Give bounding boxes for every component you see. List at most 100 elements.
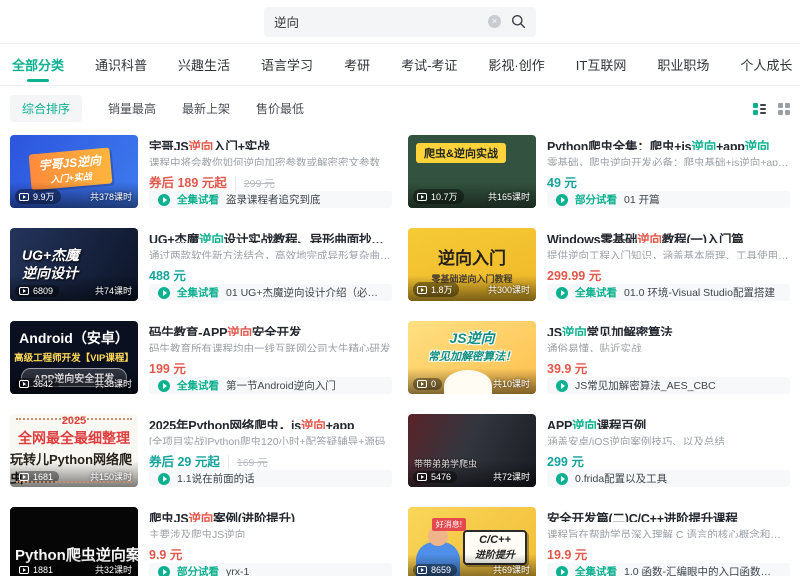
- play-icon: [19, 193, 29, 201]
- thumbnail-text: 爬虫&逆向实战: [416, 143, 506, 163]
- price-current: 49 元: [547, 172, 577, 191]
- course-title[interactable]: 爬虫JS逆向案例(进阶提升): [149, 508, 392, 522]
- course-title[interactable]: 2025年Python网络爬虫，js逆向+app: [149, 415, 392, 429]
- tab-考试-考证[interactable]: 考试-考证: [399, 43, 459, 86]
- first-lesson-title: 1.1说在前面的话: [177, 471, 255, 486]
- search-input[interactable]: 逆向 ×: [264, 7, 536, 37]
- trial-row[interactable]: 全集试看01 UG+杰魔逆向设计介绍（必看）: [149, 284, 392, 301]
- trial-row[interactable]: 全集试看01.0 环境-Visual Studio配置搭建: [547, 284, 790, 301]
- trial-play-icon: [158, 566, 170, 576]
- price-row: 299 元: [547, 451, 790, 470]
- title-text: UG+杰魔: [149, 233, 199, 243]
- title-keyword-highlight: 逆向: [572, 419, 597, 429]
- course-card[interactable]: 带带弟弟学爬虫5476共72课时APP逆向课程百例涵盖安卓/iOS逆向案例技巧、…: [408, 414, 790, 487]
- course-title[interactable]: JS逆向常见加解密算法: [547, 322, 790, 336]
- trial-play-icon: [158, 380, 170, 392]
- course-description: 课程中将会教你如何逆向加密参数或解密密文参数: [149, 155, 392, 166]
- course-card[interactable]: 爬虫&逆向实战 10.7万 共165课时 Python爬虫全集：爬虫+js逆向+app…: [408, 135, 790, 208]
- category-tabs: 全部分类通识科普兴趣生活语言学习考研考试-考证影视·创作 IT互联网职业职场个人成…: [0, 44, 800, 86]
- views-count: 8659: [413, 564, 457, 576]
- price-row: 49 元: [547, 172, 790, 191]
- course-thumbnail[interactable]: JS逆向常见加解密算法！0共10课时: [408, 321, 536, 394]
- trial-row[interactable]: 0.frida配置以及工具: [547, 470, 790, 487]
- magnifier-icon[interactable]: [511, 14, 526, 29]
- clear-circle-icon[interactable]: ×: [488, 15, 501, 28]
- sort-option-最新上架[interactable]: 最新上架: [182, 100, 230, 117]
- lesson-count: 共165课时: [488, 190, 530, 203]
- play-icon: [19, 566, 29, 574]
- tab-影视·创作[interactable]: 影视·创作: [486, 43, 546, 86]
- course-card[interactable]: 逆向入门零基础逆向入门教程1.8万共300课时 Windows零基础逆向教程(一)…: [408, 228, 790, 301]
- course-title[interactable]: UG+杰魔逆向设计实战教程、异形曲面抄数逆向建模: [149, 229, 392, 243]
- tab-职业职场[interactable]: 职业职场: [655, 43, 711, 86]
- course-title[interactable]: APP逆向课程百例: [547, 415, 790, 429]
- course-description: 通俗易懂，贴近实战: [547, 341, 790, 352]
- tab-全部分类[interactable]: 全部分类: [10, 43, 66, 86]
- course-description: [全项目实战]Python爬虫120小时+配答疑辅导+源码: [149, 434, 392, 445]
- trial-row[interactable]: 全集试看第一节Android逆向入门: [149, 377, 392, 394]
- course-title[interactable]: Python爬虫全集：爬虫+js逆向+app逆向: [547, 136, 790, 150]
- trial-row[interactable]: 全集试看盗录课程者追究到底: [149, 191, 392, 208]
- trial-play-icon: [556, 380, 568, 392]
- trial-row[interactable]: JS常见加解密算法_AES_CBC: [547, 377, 790, 394]
- grid-view-icon[interactable]: [778, 103, 790, 115]
- trial-row[interactable]: 部分试看yrx-1: [149, 563, 392, 576]
- trial-badge: 部分试看: [575, 192, 617, 207]
- view-toggle-icons: [753, 103, 790, 115]
- tab-考研[interactable]: 考研: [342, 43, 372, 86]
- price-current: 299 元: [547, 451, 584, 470]
- title-text: 常见加解密算法: [587, 326, 673, 336]
- tab-通识科普[interactable]: 通识科普: [93, 43, 149, 86]
- course-card[interactable]: UG+杰魔逆向设计6809共74课时 UG+杰魔逆向设计实战教程、异形曲面抄数逆向…: [10, 228, 392, 301]
- title-text: APP: [547, 419, 572, 429]
- views-number: 10.7万: [431, 190, 458, 203]
- trial-row[interactable]: 全集试看1.0 函数-汇编眼中的入口函数参数: [547, 563, 790, 576]
- course-thumbnail[interactable]: 宇哥JS逆向入门+实战9.9万共378课时: [10, 135, 138, 208]
- course-thumbnail[interactable]: 爬虫&逆向实战 10.7万 共165课时: [408, 135, 536, 208]
- tab-语言学习[interactable]: 语言学习: [259, 43, 315, 86]
- course-thumbnail[interactable]: Android（安卓）高级工程师开发【VIP课程】APP逆向安全开发3642共3…: [10, 321, 138, 394]
- title-keyword-highlight: 逆向: [227, 326, 252, 336]
- thumbnail-stats: 3642共38课时: [15, 377, 132, 390]
- course-card[interactable]: 2025全网最全最细整理玩转儿Python网络爬虫1681共150课时 2025年…: [10, 414, 392, 487]
- tab-IT互联网[interactable]: IT互联网: [574, 43, 629, 86]
- lesson-count: 共32课时: [95, 563, 132, 576]
- sort-option-综合排序[interactable]: 综合排序: [10, 95, 82, 122]
- course-title[interactable]: Windows零基础逆向教程(一)入门篇: [547, 229, 790, 243]
- course-card[interactable]: Android（安卓）高级工程师开发【VIP课程】APP逆向安全开发3642共3…: [10, 321, 392, 394]
- course-thumbnail[interactable]: 2025全网最全最细整理玩转儿Python网络爬虫1681共150课时: [10, 414, 138, 487]
- tab-兴趣生活[interactable]: 兴趣生活: [176, 43, 232, 86]
- sort-option-销量最高[interactable]: 销量最高: [108, 100, 156, 117]
- tab-个人成长[interactable]: 个人成长: [738, 43, 794, 86]
- thumbnail-text: 全网最全最细整理: [18, 428, 130, 448]
- list-view-icon[interactable]: [753, 103, 766, 115]
- title-text: 宇哥JS: [149, 140, 189, 150]
- sort-option-售价最低[interactable]: 售价最低: [256, 100, 304, 117]
- play-icon: [19, 473, 29, 481]
- title-text: 教程(一)入门篇: [662, 233, 744, 243]
- trial-row[interactable]: 1.1说在前面的话: [149, 470, 392, 487]
- course-card[interactable]: 宇哥JS逆向入门+实战9.9万共378课时宇哥JS逆向入门+实战课程中将会教你如…: [10, 135, 392, 208]
- course-info: 爬虫JS逆向案例(进阶提升)主要涉及爬虫JS逆向9.9 元部分试看yrx-1: [149, 507, 392, 576]
- course-card[interactable]: Python爬虫逆向案例1881共32课时爬虫JS逆向案例(进阶提升)主要涉及爬…: [10, 507, 392, 576]
- course-card[interactable]: 好消息!C/C++进阶提升8659共69课时安全开发篇(二)C/C++进阶提升课…: [408, 507, 790, 576]
- lesson-count: 共10课时: [493, 377, 530, 390]
- trial-badge: 全集试看: [177, 378, 219, 393]
- trial-row[interactable]: 部分试看01 开篇: [547, 191, 790, 208]
- title-text: +app: [326, 419, 355, 429]
- course-thumbnail[interactable]: Python爬虫逆向案例1881共32课时: [10, 507, 138, 576]
- course-title[interactable]: 码牛教育-APP逆向安全开发: [149, 322, 392, 336]
- course-title[interactable]: 安全开发篇(二)C/C++进阶提升课程: [547, 508, 790, 522]
- price-row: 488 元: [149, 265, 392, 284]
- views-count: 10.7万: [413, 189, 464, 204]
- views-count: 1881: [15, 564, 59, 576]
- course-card[interactable]: JS逆向常见加解密算法！0共10课时JS逆向常见加解密算法通俗易懂，贴近实战39…: [408, 321, 790, 394]
- course-thumbnail[interactable]: 逆向入门零基础逆向入门教程1.8万共300课时: [408, 228, 536, 301]
- first-lesson-title: 0.frida配置以及工具: [575, 471, 667, 486]
- price-row: 19.9 元: [547, 544, 790, 563]
- course-thumbnail[interactable]: 带带弟弟学爬虫5476共72课时: [408, 414, 536, 487]
- course-thumbnail[interactable]: 好消息!C/C++进阶提升8659共69课时: [408, 507, 536, 576]
- thumbnail-stats: 5476共72课时: [413, 470, 530, 483]
- course-title[interactable]: 宇哥JS逆向入门+实战: [149, 136, 392, 150]
- course-thumbnail[interactable]: UG+杰魔逆向设计6809共74课时: [10, 228, 138, 301]
